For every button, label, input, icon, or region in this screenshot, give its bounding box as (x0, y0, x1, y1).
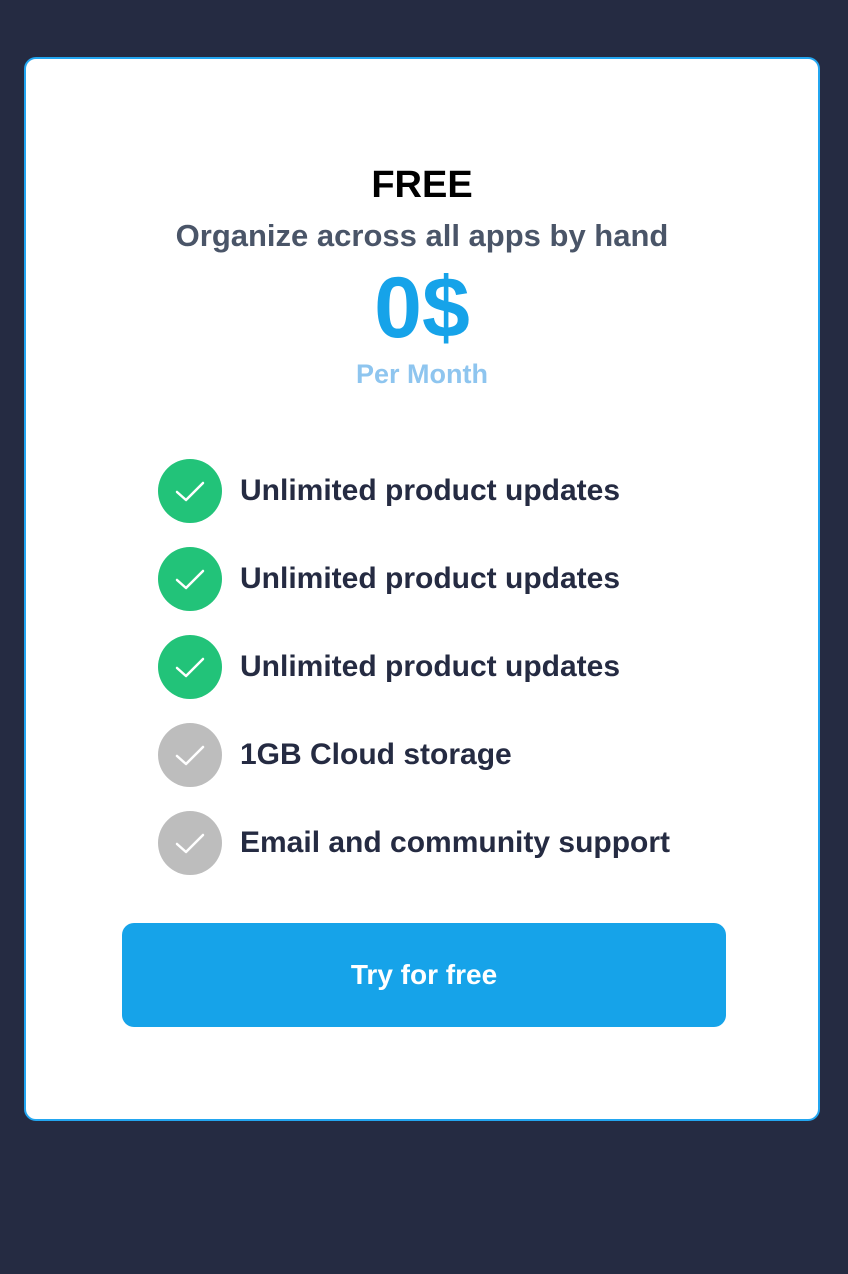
plan-subtitle: Organize across all apps by hand (175, 218, 669, 253)
feature-item: Unlimited product updates (158, 547, 778, 611)
check-icon (158, 635, 222, 699)
feature-label: Unlimited product updates (240, 650, 621, 683)
feature-item: Unlimited product updates (158, 459, 778, 523)
feature-item: 1GB Cloud storage (158, 723, 778, 787)
feature-item: Unlimited product updates (158, 635, 778, 699)
check-icon (158, 547, 222, 611)
plan-name: FREE (371, 164, 473, 206)
check-icon (158, 811, 222, 875)
check-icon (158, 459, 222, 523)
feature-label: Unlimited product updates (240, 474, 621, 507)
price-period: Per Month (356, 359, 488, 389)
pricing-card: FREE Organize across all apps by hand 0$… (24, 57, 820, 1121)
try-for-free-button[interactable]: Try for free (122, 923, 726, 1027)
feature-item: Email and community support (158, 811, 778, 875)
feature-label: Email and community support (240, 826, 671, 859)
feature-list: Unlimited product updates Unlimited prod… (158, 459, 778, 899)
check-icon (158, 723, 222, 787)
plan-price: 0$ (374, 260, 470, 356)
feature-label: 1GB Cloud storage (240, 738, 512, 771)
feature-label: Unlimited product updates (240, 562, 621, 595)
